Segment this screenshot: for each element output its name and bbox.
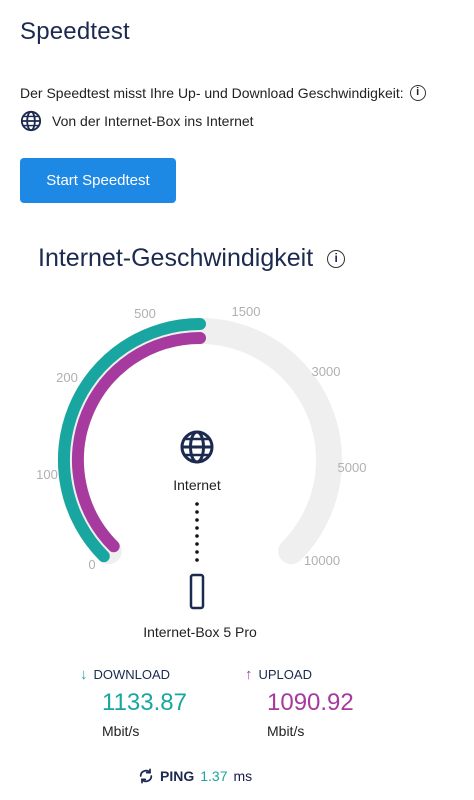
download-label: DOWNLOAD: [93, 667, 171, 682]
internet-label: Internet: [173, 477, 221, 493]
download-metric: ↓ DOWNLOAD 1133.87 Mbit/s: [80, 666, 187, 739]
globe-icon: [20, 110, 42, 132]
scale-label-100: 100: [36, 467, 58, 482]
speed-gauge: 0 100 200 500 1500 3000 5000 10000 Inter…: [36, 304, 367, 610]
page-title: Speedtest: [20, 18, 130, 45]
scale-label-200: 200: [56, 370, 78, 385]
device-label: Internet-Box 5 Pro: [143, 624, 257, 640]
internet-globe-icon: [180, 430, 214, 464]
section-title: Internet-Geschwindigkeit i: [38, 244, 346, 273]
ping-value: 1.37: [200, 768, 228, 784]
section-info-icon[interactable]: i: [327, 249, 346, 268]
connection-dots: [195, 502, 199, 562]
upload-value: 1090.92: [267, 689, 354, 716]
scale-label-3000: 3000: [312, 364, 341, 379]
route-label: Von der Internet-Box ins Internet: [52, 113, 254, 129]
start-speedtest-button[interactable]: Start Speedtest: [20, 158, 176, 203]
scale-label-1500: 1500: [232, 304, 261, 319]
upload-unit: Mbit/s: [267, 723, 305, 739]
speedtest-description: Der Speedtest misst Ihre Up- und Downloa…: [20, 85, 426, 101]
section-title-text: Internet-Geschwindigkeit: [38, 244, 314, 272]
route-row: Von der Internet-Box ins Internet: [20, 110, 254, 132]
ping-row: PING 1.37 ms: [138, 768, 252, 784]
ping-label: PING: [160, 768, 195, 784]
scale-label-10000: 10000: [304, 553, 340, 568]
download-unit: Mbit/s: [102, 723, 140, 739]
router-icon: [189, 573, 205, 610]
download-value: 1133.87: [102, 689, 187, 716]
info-icon[interactable]: i: [409, 85, 426, 101]
upload-metric: ↑ UPLOAD 1090.92 Mbit/s: [245, 666, 354, 739]
arrow-down-icon: ↓: [80, 666, 88, 683]
refresh-icon[interactable]: [138, 768, 154, 784]
upload-label: UPLOAD: [258, 667, 312, 682]
arrow-up-icon: ↑: [245, 666, 253, 683]
ping-unit: ms: [233, 768, 253, 784]
scale-label-0: 0: [88, 557, 95, 572]
scale-label-5000: 5000: [338, 460, 367, 475]
scale-label-500: 500: [134, 306, 156, 321]
description-text: Der Speedtest misst Ihre Up- und Downloa…: [20, 85, 404, 101]
